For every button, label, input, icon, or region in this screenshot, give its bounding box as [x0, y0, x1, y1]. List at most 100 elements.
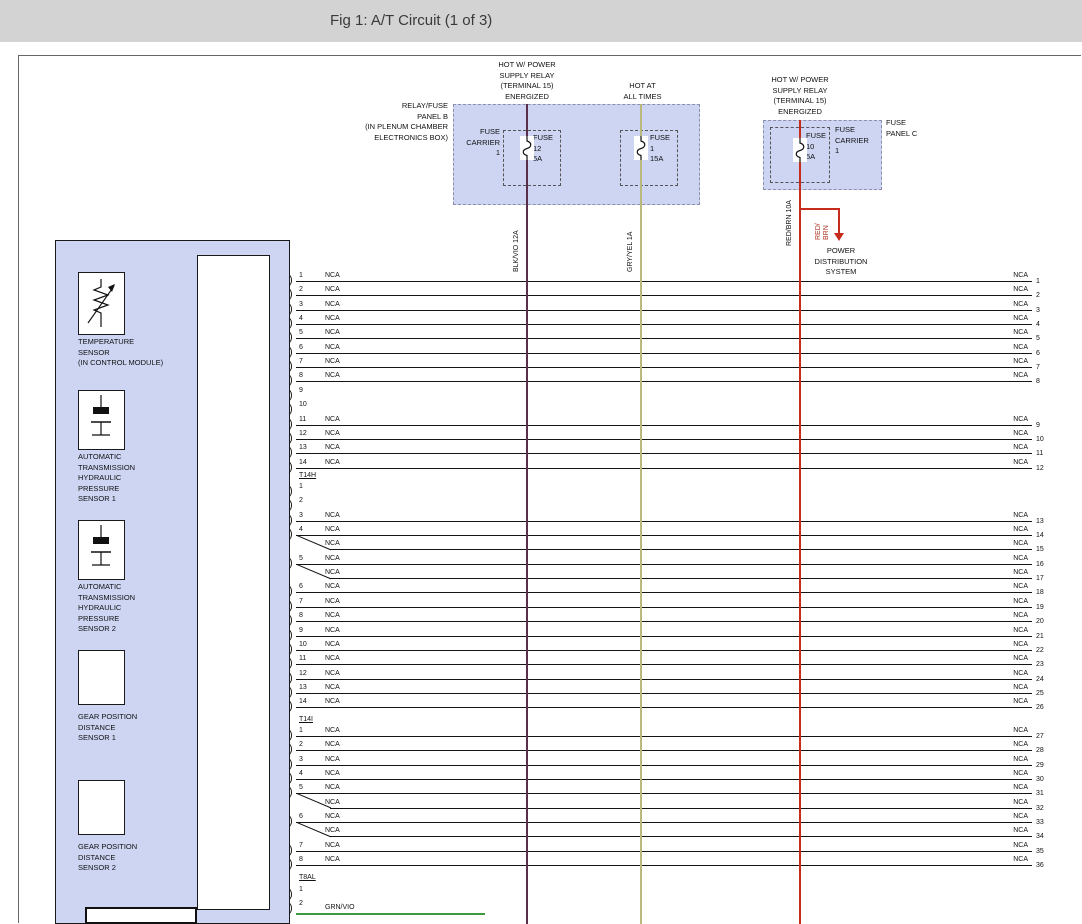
row-number: 6 — [1036, 350, 1040, 358]
gear-position-sensor-1-box — [78, 650, 125, 705]
wire-line — [296, 765, 1032, 766]
wire-line — [296, 468, 1032, 469]
wire-line — [296, 521, 1032, 522]
power-distribution-arrow-icon — [834, 233, 844, 241]
pin-number: 12 — [299, 430, 307, 438]
pin-number: 5 — [299, 329, 303, 337]
wire-gryyel — [640, 104, 642, 924]
pin-connector: ) — [289, 499, 293, 511]
wire-label-right: NCA — [992, 756, 1028, 764]
wire-label-left: NCA — [325, 813, 340, 821]
wire-label-left: NCA — [325, 770, 340, 778]
row-number: 30 — [1036, 776, 1044, 784]
wire-label-left: NCA — [325, 799, 340, 807]
row-number: 11 — [1036, 450, 1043, 458]
wire-label-right: NCA — [992, 670, 1028, 678]
row-number: 1 — [1036, 278, 1040, 286]
redbrn-branch-vertical — [838, 208, 840, 234]
row-number: 5 — [1036, 335, 1040, 343]
wire-line — [296, 822, 1032, 823]
wire-label-left: NCA — [325, 756, 340, 764]
wire-label-right: NCA — [992, 612, 1028, 620]
hot-label-panel-b-right: HOT AT ALL TIMES — [600, 81, 685, 102]
wire-label-right: NCA — [992, 784, 1028, 792]
wire-line — [296, 281, 1032, 282]
wire-line — [296, 607, 1032, 608]
wire-label-left: NCA — [325, 856, 340, 864]
temperature-sensor-label: TEMPERATURE SENSOR (IN CONTROL MODULE) — [78, 337, 190, 369]
pin-connector: ) — [289, 743, 293, 755]
row-number: 2 — [1036, 292, 1040, 300]
row-number: 33 — [1036, 819, 1044, 827]
wire-label-right: NCA — [992, 372, 1028, 380]
pin-connector: ) — [289, 360, 293, 372]
wire-label-left: NCA — [325, 358, 340, 366]
wire-line — [296, 439, 1032, 440]
wire-label-left: NCA — [325, 598, 340, 606]
pin-connector: ) — [289, 374, 293, 386]
pin-connector: ) — [289, 585, 293, 597]
connector-strip — [197, 255, 270, 910]
wire-redbrn — [799, 120, 801, 924]
pin-connector: ) — [289, 288, 293, 300]
wire-line — [296, 564, 1032, 565]
title-bar: Fig 1: A/T Circuit (1 of 3) — [0, 0, 1082, 42]
pin-connector: ) — [289, 418, 293, 430]
wire-blkvio — [526, 104, 528, 924]
wire-label-left: NCA — [325, 569, 340, 577]
wire-label-right: NCA — [992, 430, 1028, 438]
wire-label-right: NCA — [992, 741, 1028, 749]
wire-label-left: NCA — [325, 444, 340, 452]
pin-number: 2 — [299, 741, 303, 749]
pin-number: 10 — [299, 401, 307, 409]
wire-line — [296, 453, 1032, 454]
page: { "header": { "title": "Fig 1: A/T Circu… — [0, 0, 1082, 924]
fuse-icon — [520, 136, 534, 160]
wire-label-right: NCA — [992, 583, 1028, 591]
pin-connector: ) — [289, 403, 293, 415]
wire-line — [296, 750, 1032, 751]
wire-label-left: NCA — [325, 430, 340, 438]
pin-number: 1 — [299, 483, 303, 491]
power-distribution-label: POWER DISTRIBUTION SYSTEM — [798, 246, 884, 278]
wire-label-left: NCA — [325, 329, 340, 337]
pin-connector: ) — [289, 643, 293, 655]
pin-number: 7 — [299, 598, 303, 606]
wire-line — [296, 693, 1032, 694]
pin-connector: ) — [289, 303, 293, 315]
wire-line — [296, 664, 1032, 665]
pin-number: 3 — [299, 301, 303, 309]
wire-label-blkvio: BLK/VIO 12A — [513, 210, 521, 272]
wire-label-right: NCA — [992, 512, 1028, 520]
wire-label-redbrn: RED/BRN 10A — [786, 191, 794, 246]
wire-label-left: NCA — [325, 315, 340, 323]
wire-label-right: NCA — [992, 555, 1028, 563]
wire-label-left: NCA — [325, 698, 340, 706]
at-pressure-sensor-2-label: AUTOMATIC TRANSMISSION HYDRAULIC PRESSUR… — [78, 582, 190, 635]
wire-label-left: GRN/VIO — [325, 904, 355, 912]
wire-label-left: NCA — [325, 272, 340, 280]
wire-line — [296, 295, 1032, 296]
panel-b-label: RELAY/FUSE PANEL B (IN PLENUM CHAMBER EL… — [300, 101, 448, 143]
pin-number: 9 — [299, 387, 303, 395]
wire-label-right: NCA — [992, 684, 1028, 692]
wire-label-right: NCA — [992, 813, 1028, 821]
wire-line — [296, 338, 1032, 339]
fuse-b1-label: FUSE 12 5A — [533, 133, 559, 165]
pin-connector: ) — [289, 331, 293, 343]
pin-number: 5 — [299, 555, 303, 563]
wire-line — [296, 324, 1032, 325]
wire-label-right: NCA — [992, 641, 1028, 649]
pin-number: 8 — [299, 856, 303, 864]
row-number: 27 — [1036, 733, 1044, 741]
wire-label-right: NCA — [992, 856, 1028, 864]
wire-label-left: NCA — [325, 727, 340, 735]
pin-number: 7 — [299, 842, 303, 850]
pin-number: 3 — [299, 512, 303, 520]
pin-number: 2 — [299, 286, 303, 294]
pin-connector: ) — [289, 514, 293, 526]
pin-connector: ) — [289, 844, 293, 856]
connector-label-t14i: T14I — [299, 716, 313, 724]
wire-line — [296, 650, 1032, 651]
row-number: 34 — [1036, 833, 1044, 841]
